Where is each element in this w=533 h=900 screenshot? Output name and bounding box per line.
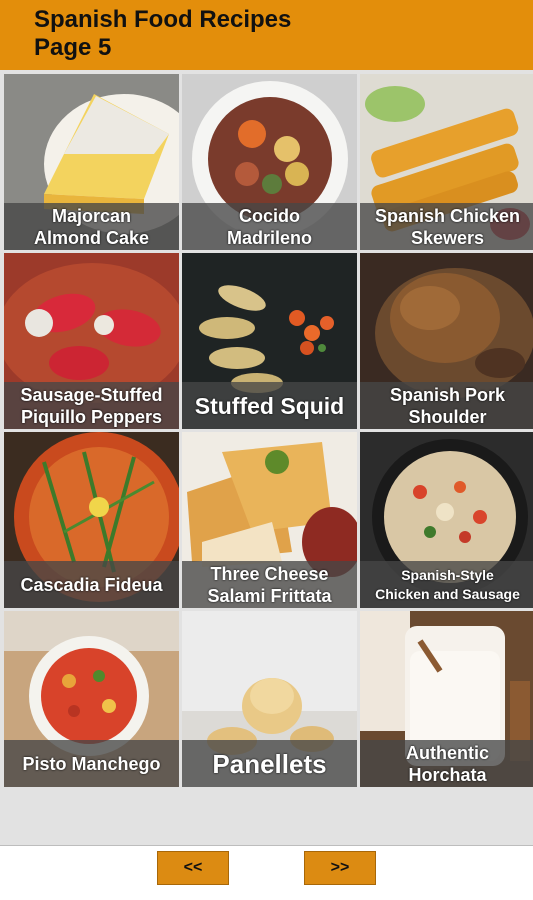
recipe-tile-authentic-horchata[interactable]: Authentic Horchata: [360, 611, 533, 787]
recipe-label: Majorcan Almond Cake: [4, 203, 179, 250]
recipe-grid: Majorcan Almond Cake Cocido Madrileno Sp…: [4, 74, 533, 787]
recipe-label: Three Cheese Salami Frittata: [182, 561, 357, 608]
recipe-tile-cocido-madrileno[interactable]: Cocido Madrileno: [182, 74, 357, 250]
recipe-label: Authentic Horchata: [360, 740, 533, 787]
app-header: Spanish Food Recipes Page 5: [0, 0, 533, 70]
previous-page-button[interactable]: <<: [157, 851, 229, 885]
title-line-page: Page 5: [34, 34, 112, 61]
recipe-label: Stuffed Squid: [182, 382, 357, 429]
recipe-tile-majorcan-almond-cake[interactable]: Majorcan Almond Cake: [4, 74, 179, 250]
recipe-tile-three-cheese-salami-frittata[interactable]: Three Cheese Salami Frittata: [182, 432, 357, 608]
recipe-tile-spanish-pork-shoulder[interactable]: Spanish Pork Shoulder: [360, 253, 533, 429]
recipe-tile-stuffed-squid[interactable]: Stuffed Squid: [182, 253, 357, 429]
recipe-label: Panellets: [182, 740, 357, 787]
recipe-label: Spanish Chicken Skewers: [360, 203, 533, 250]
recipe-tile-cascadia-fideua[interactable]: Cascadia Fideua: [4, 432, 179, 608]
recipe-tile-pisto-manchego[interactable]: Pisto Manchego: [4, 611, 179, 787]
recipe-label: Cocido Madrileno: [182, 203, 357, 250]
title-line-app: Spanish Food Recipes: [34, 6, 292, 33]
recipe-label: Spanish-Style Chicken and Sausage: [360, 561, 533, 608]
next-page-button[interactable]: >>: [304, 851, 376, 885]
recipe-label: Sausage-Stuffed Piquillo Peppers: [4, 382, 179, 429]
recipe-label: Cascadia Fideua: [4, 561, 179, 608]
recipe-label: Pisto Manchego: [4, 740, 179, 787]
page-title: Spanish Food Recipes Page 5: [34, 6, 291, 62]
recipe-grid-container: Majorcan Almond Cake Cocido Madrileno Sp…: [0, 70, 533, 846]
recipe-tile-panellets[interactable]: Panellets: [182, 611, 357, 787]
recipe-label: Spanish Pork Shoulder: [360, 382, 533, 429]
recipe-tile-spanish-chicken-skewers[interactable]: Spanish Chicken Skewers: [360, 74, 533, 250]
recipe-tile-spanish-style-chicken-and-sausage[interactable]: Spanish-Style Chicken and Sausage: [360, 432, 533, 608]
recipe-tile-sausage-stuffed-piquillo-peppers[interactable]: Sausage-Stuffed Piquillo Peppers: [4, 253, 179, 429]
